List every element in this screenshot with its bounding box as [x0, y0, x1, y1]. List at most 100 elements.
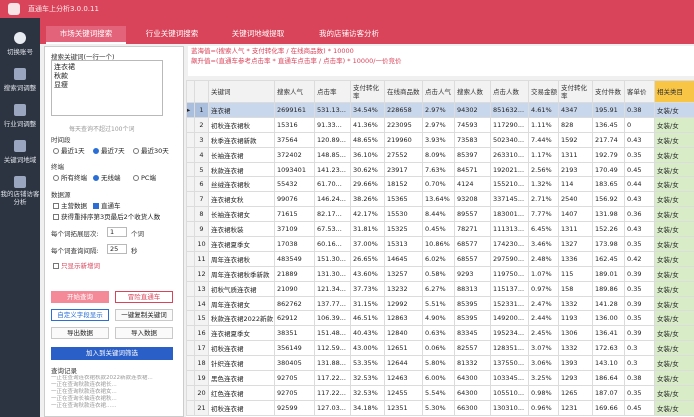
table-cell: 女装/女: [654, 116, 694, 133]
import-button[interactable]: 导入数据: [115, 327, 173, 339]
copy-keyword-button[interactable]: 一键复制关键词: [115, 309, 173, 321]
reorder-checkbox[interactable]: 获得重排序第3页最后2个收货人数: [53, 211, 160, 221]
custom-field-button[interactable]: 自定义字段显示: [51, 309, 109, 321]
nav-region[interactable]: 关键词地域: [0, 140, 40, 164]
table-cell: 55432: [274, 176, 315, 193]
row-handle[interactable]: [186, 221, 195, 238]
col-products[interactable]: 在线商品数: [384, 80, 423, 103]
row-handle[interactable]: [186, 280, 195, 297]
row-handle[interactable]: [186, 116, 195, 133]
time-7day-radio[interactable]: 最近7天: [93, 145, 125, 155]
table-row[interactable]: 13 初秋气质连衣裙 21090 121.34... 37.73% 13232 6.27% 8…: [186, 280, 694, 297]
col-search-pop[interactable]: 搜索人气: [274, 80, 315, 103]
table-row[interactable]: 19 黑色连衣裙 92705 117.22... 32.53% 12463 6.00% 643…: [186, 370, 694, 386]
row-handle[interactable]: [186, 131, 195, 148]
col-searchers[interactable]: 搜索人数: [454, 80, 491, 103]
row-handle[interactable]: [186, 370, 195, 386]
terminal-pc-radio[interactable]: PC端: [133, 172, 156, 182]
row-handle[interactable]: [186, 340, 195, 357]
table-row[interactable]: 2 初秋连衣裙秋 15316 91.33... 41.36% 223095 2.97% 745…: [186, 116, 694, 133]
table-row[interactable]: 9 连衣裙秋装 37109 67.53... 31.81% 15325 0.45% 78271…: [186, 221, 694, 238]
col-keyword[interactable]: 关键词: [208, 80, 275, 103]
table-cell: 13257: [384, 265, 423, 282]
start-query-button[interactable]: 开始查询: [51, 291, 109, 303]
table-cell: 26.65%: [350, 250, 385, 267]
time-1day-radio[interactable]: 最近1天: [53, 145, 85, 155]
row-handle[interactable]: [186, 176, 195, 193]
row-handle[interactable]: [186, 161, 195, 178]
table-row[interactable]: 5 秋款连衣裙 1093401 141.23... 30.62% 23917 7.63% 84…: [186, 161, 694, 178]
row-handle[interactable]: [186, 206, 195, 223]
row-handle[interactable]: [186, 399, 195, 416]
table-cell: 女装/女: [654, 265, 694, 282]
table-cell: 13.64%: [422, 191, 455, 208]
col-pay-conv[interactable]: 支付转化率: [558, 80, 593, 103]
table-row[interactable]: 17 初秋连衣裙 356149 112.59... 43.00% 12651 0.06% 82…: [186, 340, 694, 357]
table-row[interactable]: ▸ 1 连衣裙 2699161 531.13... 34.54% 228658 2.97% 94…: [186, 102, 694, 118]
row-handle[interactable]: [186, 310, 195, 327]
row-handle[interactable]: [186, 265, 195, 282]
col-pay-count[interactable]: 支付件数: [592, 80, 625, 103]
table-row[interactable]: 7 连衣裙女秋 99076 146.24... 38.26% 15365 13.64% 932…: [186, 191, 694, 208]
row-handle[interactable]: [186, 355, 195, 372]
expand-input[interactable]: 1: [107, 227, 127, 237]
table-row[interactable]: 14 周年连衣裙女 862762 137.77... 31.15% 12992 5.51% 8…: [186, 295, 694, 312]
nav-shop-visitor[interactable]: 我的店铺访客分析: [0, 176, 40, 206]
row-handle[interactable]: [186, 384, 195, 401]
table-row[interactable]: 12 周年连衣裙秋季新款 21889 131.30... 43.60% 13257 0.58…: [186, 265, 694, 282]
only-new-checkbox[interactable]: 只显示新增词: [53, 260, 100, 270]
row-handle[interactable]: [186, 295, 195, 312]
col-conv[interactable]: 支付转化率: [350, 80, 385, 103]
table-row[interactable]: 6 丝绒连衣裙秋 55432 61.70... 29.66% 18152 0.70% 4124…: [186, 176, 694, 193]
col-unit-price[interactable]: 客单价: [624, 80, 655, 103]
col-ctr[interactable]: 点击率: [314, 80, 351, 103]
ztc-button[interactable]: 冒险直通车: [115, 291, 173, 303]
switch-account-icon: [14, 32, 26, 44]
interval-input[interactable]: 25: [107, 244, 127, 254]
table-row[interactable]: 21 初秋连衣裙 92599 127.03... 34.18% 12351 5.30% 663…: [186, 399, 694, 416]
ztc-checkbox[interactable]: 直通车: [93, 200, 121, 210]
row-handle[interactable]: ▸: [186, 102, 195, 118]
table-cell: 92705: [274, 384, 315, 401]
table-cell: 秋款连衣裙2022新款: [208, 310, 275, 327]
row-handle[interactable]: [186, 146, 195, 163]
table-row[interactable]: 11 周年连衣裙秋 483549 151.30... 26.65% 14645 6.02% 6…: [186, 250, 694, 267]
table-cell: 4124: [454, 176, 491, 193]
col-click-pop[interactable]: 点击人气: [422, 80, 455, 103]
table-row[interactable]: 20 红色连衣裙 92705 117.22... 32.53% 12455 5.54% 643…: [186, 384, 694, 401]
nav-switch-account[interactable]: 切换账号: [0, 32, 40, 56]
time-30day-radio[interactable]: 最近30天: [133, 145, 169, 155]
table-row[interactable]: 10 连衣裙夏季女 17038 60.16... 37.00% 15313 10.86% 68…: [186, 236, 694, 252]
table-row[interactable]: 8 长袖连衣裙女 71615 82.17... 42.17% 15530 8.44% 8955…: [186, 206, 694, 223]
tab-keyword-region[interactable]: 关键词地域提取: [218, 26, 298, 44]
row-index: 7: [194, 191, 209, 208]
row-handle[interactable]: [186, 191, 195, 208]
table-row[interactable]: 3 秋季连衣裙新款 37564 120.89... 48.65% 219960 3.93% 7…: [186, 131, 694, 148]
table-cell: 66300: [454, 399, 491, 416]
keyword-textarea[interactable]: 连衣裙 秋款 显瘦: [51, 60, 163, 116]
main-data-checkbox[interactable]: 主营数据: [53, 200, 87, 210]
table-row[interactable]: 15 秋款连衣裙2022新款 62912 106.39... 46.51% 12863 4.…: [186, 310, 694, 327]
table-cell: 0.45%: [422, 221, 455, 238]
row-handle[interactable]: [186, 325, 195, 342]
col-amount[interactable]: 交易金额: [528, 80, 559, 103]
table-cell: 12863: [384, 310, 423, 327]
nav-industry-keyword[interactable]: 行业词调整: [0, 104, 40, 128]
export-button[interactable]: 导出数据: [51, 327, 109, 339]
terminal-all-radio[interactable]: 所有终端: [53, 172, 87, 182]
table-cell: 1265: [558, 384, 593, 401]
table-cell: 29.66%: [350, 176, 385, 193]
tab-industry-keyword[interactable]: 行业关键词搜索: [132, 26, 212, 44]
add-to-filter-button[interactable]: 加入到关键词筛选: [51, 347, 173, 360]
tab-shop-visitor[interactable]: 我的店铺访客分析: [304, 26, 394, 44]
table-row[interactable]: 18 针织连衣裙 380405 131.88... 53.35% 12644 5.80% 81…: [186, 355, 694, 372]
terminal-wireless-radio[interactable]: 无线端: [93, 172, 121, 182]
col-category[interactable]: 相关类目: [654, 80, 694, 103]
col-clickers[interactable]: 点击人数: [490, 80, 529, 103]
row-handle[interactable]: [186, 250, 195, 267]
row-handle[interactable]: [186, 236, 195, 252]
nav-search-keyword[interactable]: 搜索词调整: [0, 68, 40, 92]
table-row[interactable]: 16 连衣裙夏季女 38351 151.48... 40.43% 12840 0.63% 83…: [186, 325, 694, 342]
tab-market-keyword[interactable]: 市场关键词搜索: [46, 26, 126, 44]
table-row[interactable]: 4 长袖连衣裙 372402 148.85... 36.10% 27552 8.09% 853…: [186, 146, 694, 163]
